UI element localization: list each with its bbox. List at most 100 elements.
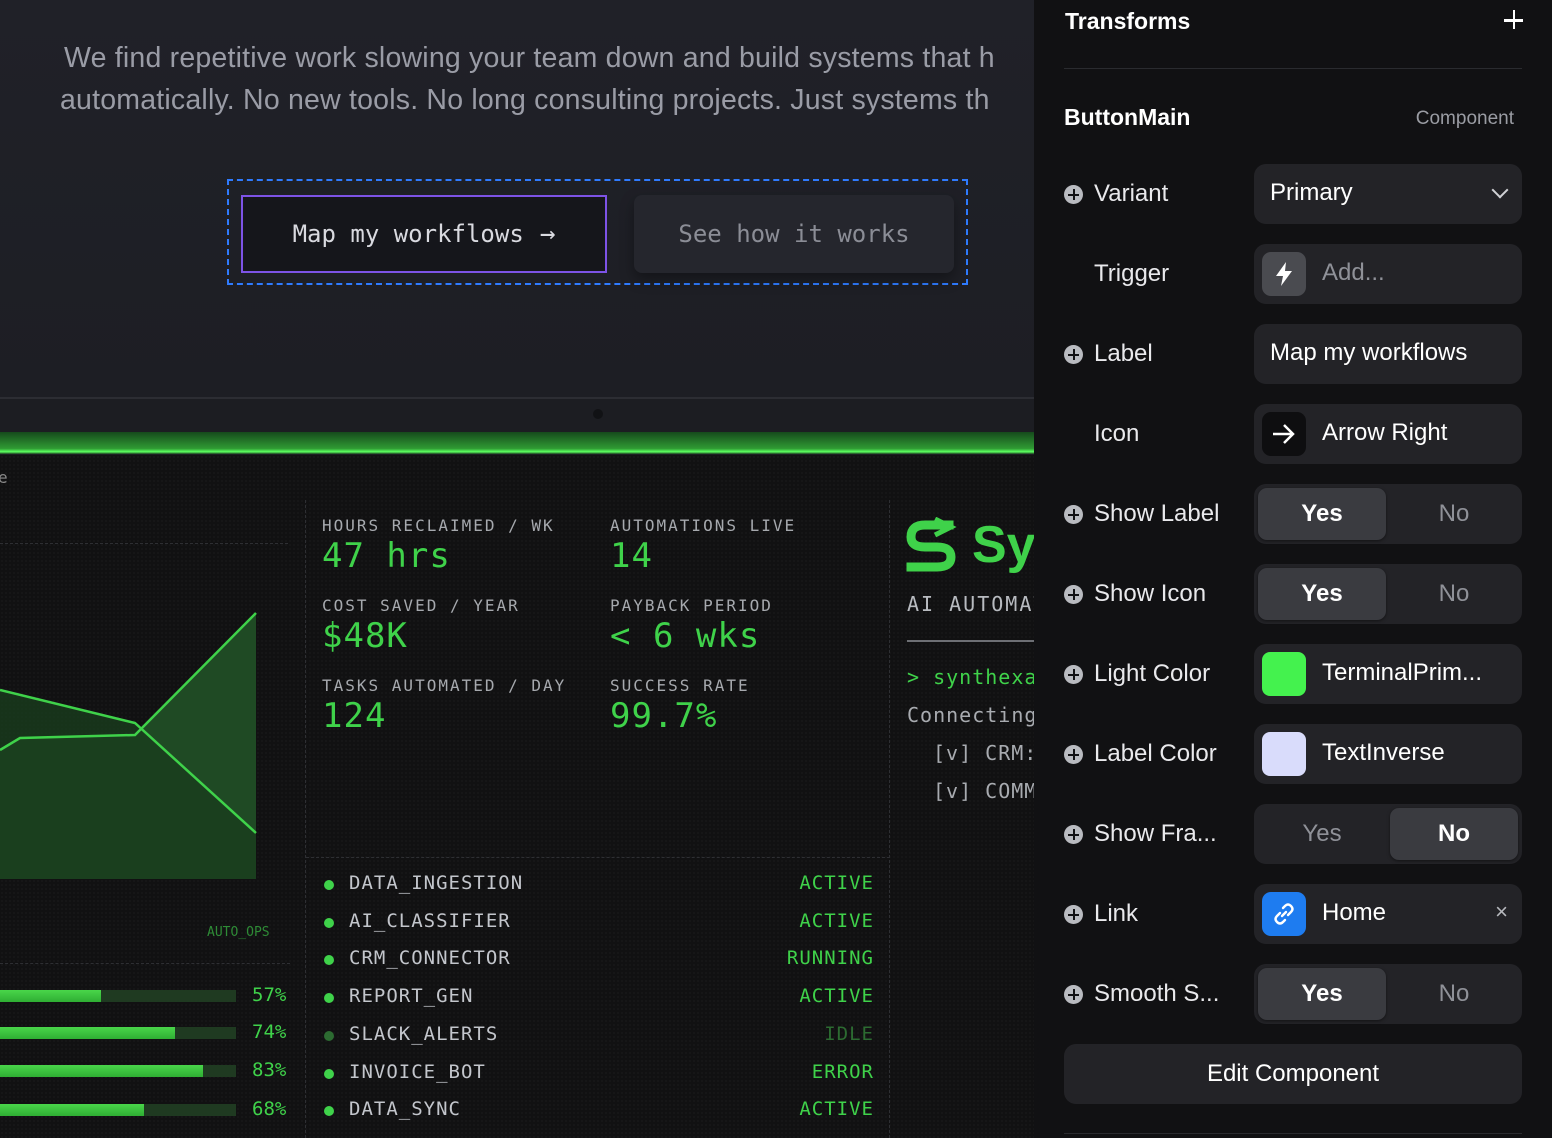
prop-label: Icon	[1094, 420, 1140, 447]
process-status: ACTIVE	[799, 872, 874, 894]
trigger-add-field[interactable]: Add...	[1254, 244, 1522, 304]
prop-row-icon: Icon Arrow Right	[1034, 404, 1552, 464]
metrics-divider	[306, 857, 890, 858]
metric-value: 99.7%	[610, 696, 718, 736]
column-divider	[305, 500, 306, 1138]
process-row: CRM_CONNECTOR RUNNING	[322, 947, 874, 975]
link-picker[interactable]: Home ×	[1254, 884, 1522, 944]
plus-circle-icon[interactable]	[1064, 825, 1083, 844]
design-canvas[interactable]: We find repetitive work slowing your tea…	[0, 0, 1034, 1138]
show-frame-no[interactable]: No	[1390, 808, 1518, 860]
process-status: ERROR	[811, 1060, 874, 1083]
metric-value: < 6 wks	[610, 616, 761, 656]
label-color-value: TextInverse	[1322, 739, 1445, 766]
clear-link-icon[interactable]: ×	[1495, 899, 1508, 925]
progress-track	[0, 990, 236, 1002]
properties-panel: Transforms ButtonMain Component Variant …	[1034, 0, 1552, 1138]
plus-circle-icon[interactable]	[1064, 505, 1083, 524]
progress-fill	[0, 1104, 144, 1116]
show-frame-yes[interactable]: Yes	[1258, 808, 1386, 860]
plus-circle-icon[interactable]	[1064, 665, 1083, 684]
plus-circle-icon[interactable]	[1064, 185, 1083, 204]
prop-label: Link	[1094, 900, 1139, 927]
progress-track	[0, 1065, 236, 1077]
process-name: INVOICE_BOT	[349, 1060, 486, 1083]
process-row: INVOICE_BOT ERROR	[322, 1061, 874, 1089]
progress-bar-row: 74%	[0, 1021, 300, 1045]
process-name: DATA_INGESTION	[349, 872, 524, 894]
metric-value: 124	[322, 696, 387, 736]
brand-rule	[907, 640, 1034, 642]
show-icon-yes[interactable]: Yes	[1258, 568, 1386, 620]
label-color-picker[interactable]: TextInverse	[1254, 724, 1522, 784]
section-divider	[0, 397, 1034, 399]
process-row: DATA_SYNC ACTIVE	[322, 1098, 874, 1126]
progress-track	[0, 1104, 236, 1116]
variant-select[interactable]: Primary	[1254, 164, 1522, 224]
arrow-right-icon	[1262, 412, 1306, 456]
plus-circle-icon[interactable]	[1064, 345, 1083, 364]
prop-label: Show Fra...	[1094, 820, 1217, 847]
label-value: Map my workflows	[1270, 339, 1468, 366]
prop-row-show-label: Show Label Yes No	[1034, 484, 1552, 544]
prop-row-variant: Variant Primary	[1034, 164, 1552, 224]
progress-fill	[0, 990, 102, 1002]
process-status: ACTIVE	[799, 985, 874, 1008]
panel-divider	[1064, 68, 1522, 69]
chart-divider	[0, 543, 288, 544]
progress-percent: 57%	[252, 984, 287, 1006]
process-name: SLACK_ALERTS	[349, 1022, 499, 1045]
progress-bar-row: 83%	[0, 1059, 300, 1083]
process-status: RUNNING	[786, 947, 874, 970]
prop-row-label: Label Map my workflows	[1034, 324, 1552, 384]
insertion-handle[interactable]	[593, 409, 603, 419]
prop-row-link: Link Home ×	[1034, 884, 1552, 944]
component-name: ButtonMain	[1064, 104, 1191, 130]
label-text-field[interactable]: Map my workflows	[1254, 324, 1522, 384]
lightning-icon	[1262, 252, 1306, 296]
plus-circle-icon[interactable]	[1064, 905, 1083, 924]
chevron-down-icon	[1491, 181, 1509, 199]
hero-copy-line-2: automatically. No new tools. No long con…	[60, 84, 990, 116]
prop-label: Variant	[1094, 180, 1169, 207]
arrow-right-icon: →	[539, 219, 556, 249]
link-icon	[1262, 892, 1306, 936]
light-color-picker[interactable]: TerminalPrim...	[1254, 644, 1522, 704]
process-name: CRM_CONNECTOR	[349, 947, 511, 970]
metric-label: HOURS RECLAIMED / WK	[322, 516, 555, 535]
prop-row-show-frame: Show Fra... Yes No	[1034, 804, 1552, 864]
synthexa-logo-icon	[906, 517, 957, 572]
prop-label: Show Label	[1094, 500, 1220, 527]
see-how-it-works-button[interactable]: See how it works	[634, 195, 954, 273]
progress-fill	[0, 1065, 203, 1077]
metric-value: 47 hrs	[322, 536, 451, 576]
chart-label: AUTO_OPS	[207, 925, 270, 940]
color-swatch	[1262, 732, 1306, 776]
plus-circle-icon[interactable]	[1064, 985, 1083, 1004]
show-label-yes[interactable]: Yes	[1258, 488, 1386, 540]
selected-button-group[interactable]: Map my workflows → See how it works	[227, 179, 968, 285]
icon-picker[interactable]: Arrow Right	[1254, 404, 1522, 464]
chart-divider	[0, 963, 290, 964]
show-icon-no[interactable]: No	[1390, 568, 1518, 620]
progress-track	[0, 1027, 236, 1039]
column-divider	[889, 500, 890, 1138]
smooth-scroll-yes[interactable]: Yes	[1258, 968, 1386, 1020]
brand-name: Sy	[972, 516, 1034, 574]
light-color-value: TerminalPrim...	[1322, 659, 1483, 686]
show-label-no[interactable]: No	[1390, 488, 1518, 540]
panel-title: Transforms	[1065, 8, 1191, 34]
smooth-scroll-no[interactable]: No	[1390, 968, 1518, 1020]
prop-row-trigger: Trigger Add...	[1034, 244, 1552, 304]
trigger-placeholder: Add...	[1322, 259, 1385, 286]
prop-row-smooth-scroll: Smooth S... Yes No	[1034, 964, 1552, 1024]
process-status: ACTIVE	[799, 1098, 874, 1121]
map-workflows-button[interactable]: Map my workflows →	[241, 195, 607, 273]
prop-row-show-icon: Show Icon Yes No	[1034, 564, 1552, 624]
terminal-command: > synthexa	[907, 665, 1034, 689]
plus-circle-icon[interactable]	[1064, 745, 1083, 764]
add-transform-icon[interactable]	[1500, 6, 1526, 34]
brand-subtitle: AI AUTOMAT	[907, 592, 1034, 616]
plus-circle-icon[interactable]	[1064, 585, 1083, 604]
edit-component-button[interactable]: Edit Component	[1064, 1044, 1522, 1104]
